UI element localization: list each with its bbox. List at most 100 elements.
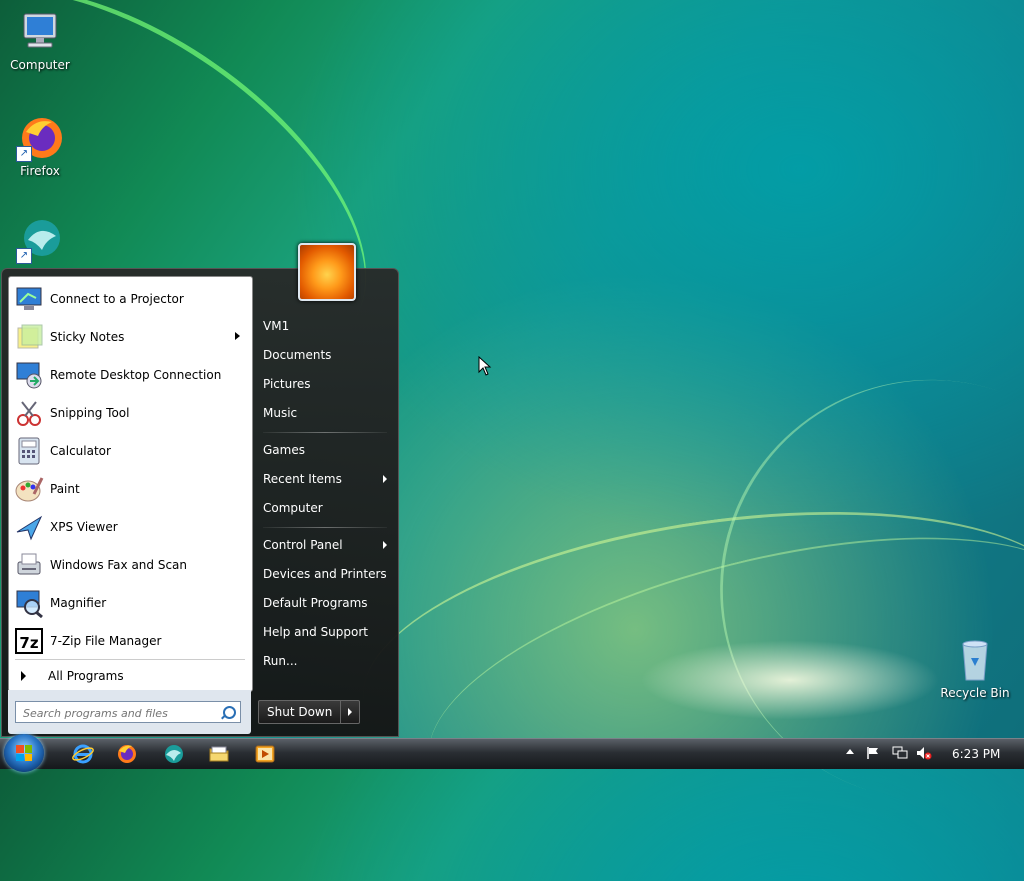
program-7zip[interactable]: 7z 7-Zip File Manager: [14, 623, 246, 659]
submenu-arrow-icon[interactable]: [235, 332, 240, 340]
link-devices-printers[interactable]: Devices and Printers: [263, 563, 391, 585]
link-label: Help and Support: [263, 625, 368, 639]
user-picture[interactable]: [298, 243, 356, 301]
program-label: 7-Zip File Manager: [50, 634, 162, 648]
program-connect-projector[interactable]: Connect to a Projector: [14, 281, 246, 317]
bird-app-icon: ↗: [16, 216, 64, 264]
paint-palette-icon: [14, 474, 44, 504]
ie-icon[interactable]: [72, 743, 94, 765]
link-label: VM1: [263, 319, 290, 333]
link-recent-items[interactable]: Recent Items: [263, 468, 391, 490]
link-pictures[interactable]: Pictures: [263, 373, 391, 395]
sticky-notes-icon: [14, 322, 44, 352]
link-label: Default Programs: [263, 596, 368, 610]
link-label: Pictures: [263, 377, 311, 391]
clock[interactable]: 6:23 PM: [952, 739, 1000, 769]
link-run[interactable]: Run...: [263, 650, 391, 672]
link-label: Music: [263, 406, 298, 420]
program-paint[interactable]: Paint: [14, 471, 246, 507]
menu-separator: [263, 527, 387, 528]
desktop-icon-app[interactable]: ↗: [0, 216, 80, 266]
shutdown-group: Shut Down: [258, 700, 361, 724]
program-label: Windows Fax and Scan: [50, 558, 188, 572]
link-label: Computer: [263, 501, 323, 515]
submenu-arrow-icon: [383, 475, 387, 483]
taskbar: 6:23 PM: [0, 734, 1024, 772]
projector-icon: [14, 284, 44, 314]
wallpaper-glow: [640, 640, 940, 720]
all-programs-separator: [15, 659, 245, 660]
link-label: Documents: [263, 348, 332, 362]
program-snipping-tool[interactable]: Snipping Tool: [14, 395, 246, 431]
wallpaper-streak: [665, 324, 1024, 856]
program-label: XPS Viewer: [50, 520, 118, 534]
link-documents[interactable]: Documents: [263, 344, 391, 366]
bird-app-icon[interactable]: [162, 743, 184, 765]
program-label: Snipping Tool: [50, 406, 130, 420]
program-label: Connect to a Projector: [50, 292, 184, 306]
shutdown-button[interactable]: Shut Down: [258, 700, 342, 724]
link-computer[interactable]: Computer: [263, 497, 391, 519]
desktop-icon-label: Firefox: [20, 164, 60, 178]
desktop-icon-computer[interactable]: Computer: [0, 8, 80, 72]
all-programs-button[interactable]: All Programs: [17, 665, 247, 687]
programs-list: Connect to a Projector Sticky Notes Remo…: [8, 276, 253, 692]
firefox-icon: ↗: [16, 114, 64, 162]
mouse-cursor-icon: [478, 356, 492, 376]
calculator-icon: [14, 436, 44, 466]
submenu-arrow-icon: [383, 541, 387, 549]
media-player-icon[interactable]: [254, 743, 276, 765]
desktop-icon-firefox[interactable]: ↗ Firefox: [0, 114, 80, 178]
program-magnifier[interactable]: Magnifier: [14, 585, 246, 621]
svg-text:7z: 7z: [19, 634, 38, 652]
link-default-programs[interactable]: Default Programs: [263, 592, 391, 614]
shortcut-arrow-icon: ↗: [16, 248, 32, 264]
show-hidden-icons-icon[interactable]: [846, 748, 854, 756]
link-label: Run...: [263, 654, 298, 668]
expand-arrow-icon: [21, 671, 26, 681]
fax-icon: [14, 550, 44, 580]
desktop-icon-label: Computer: [10, 58, 70, 72]
link-control-panel[interactable]: Control Panel: [263, 534, 391, 556]
magnifier-icon: [14, 588, 44, 619]
start-menu: Connect to a Projector Sticky Notes Remo…: [1, 243, 399, 737]
link-music[interactable]: Music: [263, 402, 391, 424]
xps-viewer-icon: [14, 512, 44, 542]
recycle-bin-icon: [951, 636, 999, 684]
action-center-flag-icon[interactable]: [866, 746, 880, 760]
program-label: Sticky Notes: [50, 330, 125, 344]
program-remote-desktop[interactable]: Remote Desktop Connection: [14, 357, 246, 393]
volume-muted-icon[interactable]: [916, 746, 932, 760]
search-box[interactable]: [15, 701, 241, 723]
explorer-icon[interactable]: [208, 743, 230, 765]
link-user-folder[interactable]: VM1: [263, 315, 391, 337]
program-sticky-notes[interactable]: Sticky Notes: [14, 319, 246, 355]
desktop-icon-recycle-bin[interactable]: Recycle Bin: [935, 636, 1015, 700]
link-label: Recent Items: [263, 472, 342, 486]
network-icon[interactable]: [892, 746, 908, 760]
remote-desktop-icon: [14, 360, 44, 390]
program-label: Magnifier: [50, 596, 107, 610]
link-games[interactable]: Games: [263, 439, 391, 461]
link-help-support[interactable]: Help and Support: [263, 621, 391, 643]
firefox-icon[interactable]: [116, 743, 138, 765]
shortcut-arrow-icon: ↗: [16, 146, 32, 162]
program-xps-viewer[interactable]: XPS Viewer: [14, 509, 246, 545]
program-label: Remote Desktop Connection: [50, 368, 222, 382]
computer-icon: [16, 8, 64, 56]
start-button[interactable]: [4, 734, 44, 772]
search-area: [8, 690, 251, 734]
link-label: Games: [263, 443, 305, 457]
program-label: Calculator: [50, 444, 111, 458]
program-label: Paint: [50, 482, 80, 496]
shutdown-options-button[interactable]: [341, 700, 361, 724]
scissors-icon: [14, 398, 44, 428]
program-calculator[interactable]: Calculator: [14, 433, 246, 469]
search-input[interactable]: [21, 703, 220, 723]
link-label: Devices and Printers: [263, 567, 387, 581]
link-label: Control Panel: [263, 538, 343, 552]
desktop-icon-label: Recycle Bin: [940, 686, 1010, 700]
menu-separator: [263, 432, 387, 433]
program-fax-scan[interactable]: Windows Fax and Scan: [14, 547, 246, 583]
search-icon[interactable]: [223, 706, 236, 719]
